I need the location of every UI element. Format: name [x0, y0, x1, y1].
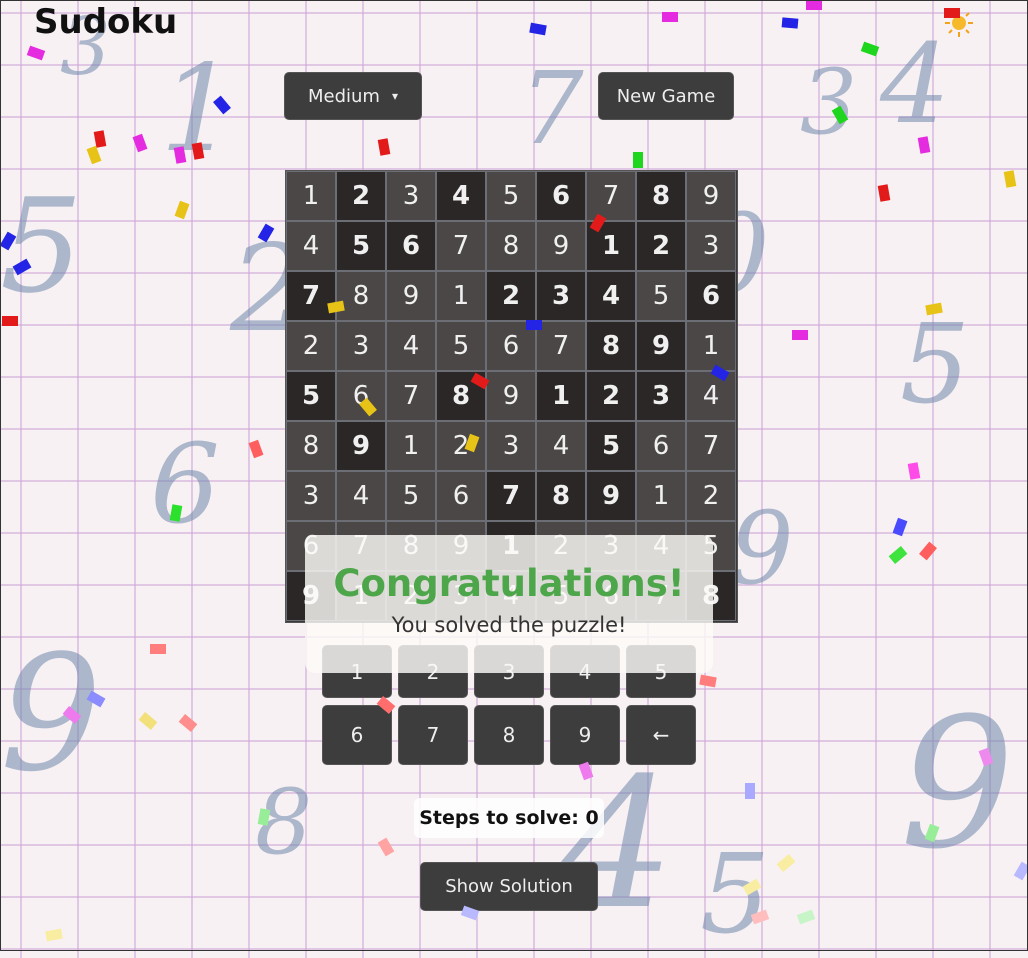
sudoku-cell[interactable]: 5 [636, 271, 686, 321]
sudoku-cell[interactable]: 7 [486, 471, 536, 521]
sudoku-cell[interactable]: 6 [486, 321, 536, 371]
sudoku-cell[interactable]: 2 [286, 321, 336, 371]
sudoku-cell[interactable]: 2 [336, 171, 386, 221]
sudoku-cell[interactable]: 1 [436, 271, 486, 321]
chevron-down-icon: ▾ [391, 89, 398, 103]
sudoku-cell[interactable]: 8 [586, 321, 636, 371]
numpad-key-7[interactable]: 7 [398, 705, 468, 765]
sudoku-cell[interactable]: 8 [486, 221, 536, 271]
sudoku-cell[interactable]: 6 [686, 271, 736, 321]
sudoku-cell[interactable]: 4 [336, 471, 386, 521]
sudoku-cell[interactable]: 2 [586, 371, 636, 421]
sudoku-cell[interactable]: 9 [486, 371, 536, 421]
sudoku-cell[interactable]: 9 [686, 171, 736, 221]
sudoku-cell[interactable]: 3 [286, 471, 336, 521]
sudoku-cell[interactable]: 2 [686, 471, 736, 521]
sudoku-cell[interactable]: 3 [336, 321, 386, 371]
sudoku-cell[interactable]: 1 [536, 371, 586, 421]
numpad-key-6[interactable]: 6 [322, 705, 392, 765]
sudoku-cell[interactable]: 7 [536, 321, 586, 371]
sudoku-cell[interactable]: 6 [336, 371, 386, 421]
sudoku-cell[interactable]: 4 [536, 421, 586, 471]
backspace-key[interactable]: ← [626, 705, 696, 765]
sudoku-cell[interactable]: 4 [286, 221, 336, 271]
theme-toggle-sun-icon[interactable] [944, 8, 974, 38]
sudoku-cell[interactable]: 4 [686, 371, 736, 421]
sudoku-cell[interactable]: 8 [436, 371, 486, 421]
new-game-button[interactable]: New Game [598, 72, 734, 120]
sudoku-cell[interactable]: 1 [286, 171, 336, 221]
sudoku-cell[interactable]: 3 [686, 221, 736, 271]
sudoku-cell[interactable]: 1 [686, 321, 736, 371]
sudoku-cell[interactable]: 5 [286, 371, 336, 421]
sudoku-cell[interactable]: 2 [486, 271, 536, 321]
sudoku-cell[interactable]: 7 [386, 371, 436, 421]
show-solution-button[interactable]: Show Solution [420, 862, 598, 911]
sudoku-cell[interactable]: 4 [436, 171, 486, 221]
sudoku-cell[interactable]: 9 [336, 421, 386, 471]
difficulty-value: Medium [307, 85, 380, 107]
sudoku-cell[interactable]: 9 [386, 271, 436, 321]
page-title: Sudoku [34, 2, 178, 42]
sudoku-cell[interactable]: 3 [486, 421, 536, 471]
sudoku-cell[interactable]: 3 [536, 271, 586, 321]
numpad-key-8[interactable]: 8 [474, 705, 544, 765]
sudoku-cell[interactable]: 8 [636, 171, 686, 221]
sudoku-cell[interactable]: 6 [636, 421, 686, 471]
sudoku-cell[interactable]: 7 [686, 421, 736, 471]
sudoku-cell[interactable]: 4 [586, 271, 636, 321]
congratulations-heading: Congratulations! [333, 562, 685, 605]
solved-message: You solved the puzzle! [391, 613, 627, 637]
sudoku-cell[interactable]: 5 [586, 421, 636, 471]
steps-counter: Steps to solve: 0 [414, 798, 604, 838]
sudoku-cell[interactable]: 3 [386, 171, 436, 221]
sudoku-cell[interactable]: 9 [636, 321, 686, 371]
sudoku-cell[interactable]: 7 [586, 171, 636, 221]
sudoku-cell[interactable]: 2 [436, 421, 486, 471]
sudoku-cell[interactable]: 5 [436, 321, 486, 371]
numpad-key-9[interactable]: 9 [550, 705, 620, 765]
congratulations-dialog: Congratulations! You solved the puzzle! [305, 535, 713, 673]
sudoku-cell[interactable]: 2 [636, 221, 686, 271]
sudoku-cell[interactable]: 8 [286, 421, 336, 471]
sudoku-cell[interactable]: 4 [386, 321, 436, 371]
sudoku-cell[interactable]: 9 [586, 471, 636, 521]
sudoku-cell[interactable]: 5 [386, 471, 436, 521]
sudoku-cell[interactable]: 3 [636, 371, 686, 421]
sudoku-cell[interactable]: 7 [436, 221, 486, 271]
sudoku-cell[interactable]: 6 [536, 171, 586, 221]
sudoku-cell[interactable]: 9 [536, 221, 586, 271]
sudoku-cell[interactable]: 7 [286, 271, 336, 321]
sudoku-cell[interactable]: 8 [536, 471, 586, 521]
sudoku-cell[interactable]: 5 [486, 171, 536, 221]
sudoku-cell[interactable]: 6 [386, 221, 436, 271]
sudoku-cell[interactable]: 1 [586, 221, 636, 271]
difficulty-select[interactable]: Medium ▾ [284, 72, 422, 120]
sudoku-cell[interactable]: 5 [336, 221, 386, 271]
sudoku-cell[interactable]: 8 [336, 271, 386, 321]
sudoku-cell[interactable]: 1 [636, 471, 686, 521]
sudoku-cell[interactable]: 6 [436, 471, 486, 521]
sudoku-cell[interactable]: 1 [386, 421, 436, 471]
